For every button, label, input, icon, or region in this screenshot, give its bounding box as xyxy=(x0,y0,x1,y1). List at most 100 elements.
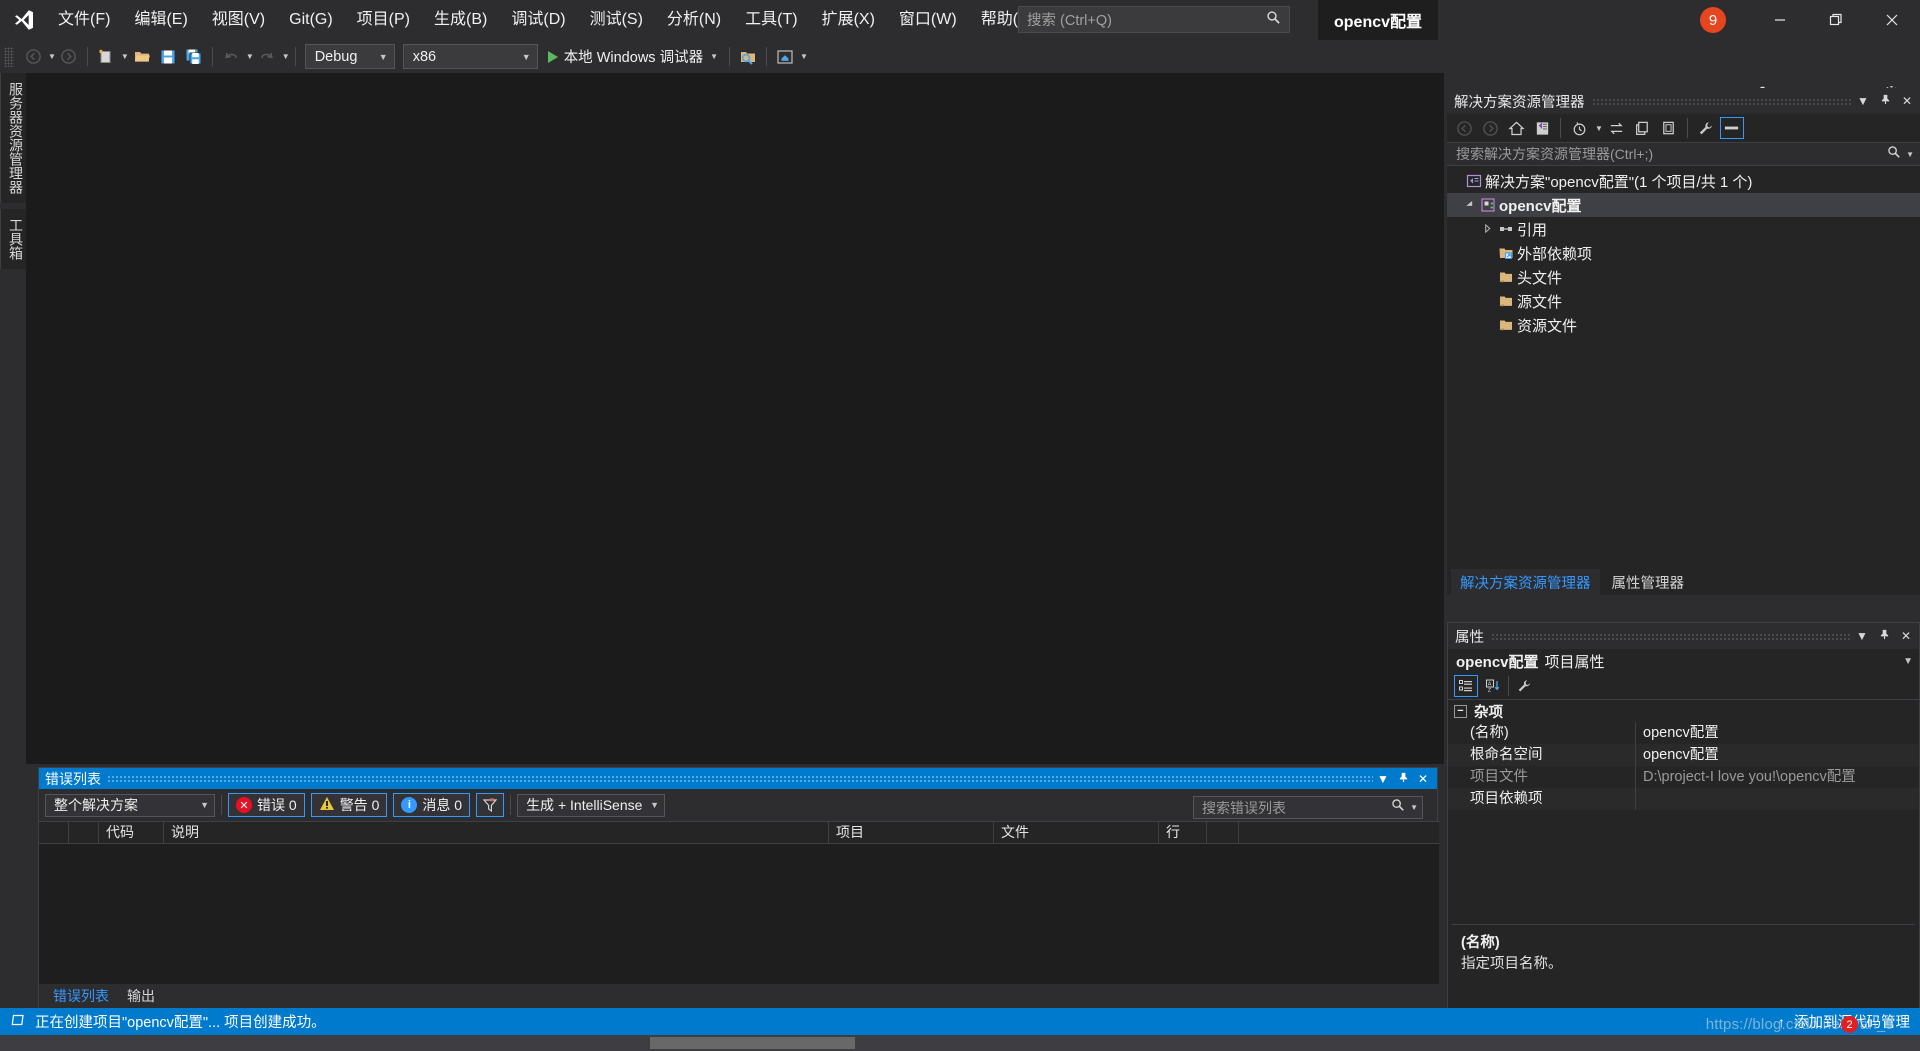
column-header-line[interactable]: 行 xyxy=(1159,821,1207,844)
errors-toggle-button[interactable]: ✕ 错误 0 xyxy=(228,793,305,817)
tree-expander[interactable] xyxy=(1479,223,1495,235)
save-all-icon[interactable] xyxy=(181,44,207,70)
navigate-back-icon[interactable] xyxy=(20,44,46,70)
tree-item-references[interactable]: 引用 xyxy=(1447,217,1920,241)
start-debugging-button[interactable]: 本地 Windows 调试器 ▼ xyxy=(542,44,724,70)
categorized-icon[interactable] xyxy=(1454,675,1478,697)
property-row-project-file[interactable]: 项目文件 D:\project-I love you!\opencv配置 xyxy=(1448,766,1919,788)
tree-item-source-files[interactable]: 源文件 xyxy=(1447,289,1920,313)
new-file-icon[interactable] xyxy=(93,44,119,70)
error-list-search-box[interactable]: 搜索错误列表 ▼ xyxy=(1193,796,1423,819)
filter-errors-icon[interactable] xyxy=(476,793,505,817)
navigate-forward-icon[interactable] xyxy=(56,44,82,70)
navigate-back-dropdown-icon[interactable]: ▼ xyxy=(48,52,56,61)
menu-analyze[interactable]: 分析(N) xyxy=(655,0,733,40)
solution-configuration-combo[interactable]: Debug ▼ xyxy=(304,44,395,69)
menu-edit[interactable]: 编辑(E) xyxy=(122,0,199,40)
document-tab-opencv[interactable]: opencv配置 xyxy=(1318,0,1439,40)
chevron-down-icon[interactable]: ▼ xyxy=(1410,803,1418,812)
home-icon[interactable] xyxy=(1504,117,1528,139)
search-folder-icon[interactable] xyxy=(735,44,761,70)
undo-dropdown-icon[interactable]: ▼ xyxy=(246,52,254,61)
column-header-severity[interactable] xyxy=(69,821,99,844)
show-all-files-icon[interactable] xyxy=(1657,117,1681,139)
property-group-misc[interactable]: − 杂项 xyxy=(1448,700,1919,722)
property-row-project-dependencies[interactable]: 项目依赖项 xyxy=(1448,788,1919,810)
column-header-file[interactable]: 文件 xyxy=(994,821,1159,844)
collapse-icon[interactable]: − xyxy=(1454,704,1467,718)
toolbar-overflow-icon[interactable]: ▼ xyxy=(800,52,808,61)
pin-icon[interactable] xyxy=(1874,94,1896,108)
restore-button[interactable] xyxy=(1808,0,1864,40)
property-pages-wrench-icon[interactable] xyxy=(1512,675,1536,697)
close-icon[interactable]: ✕ xyxy=(1895,629,1917,643)
minimize-button[interactable] xyxy=(1752,0,1808,40)
solution-platform-combo[interactable]: x86 ▼ xyxy=(402,44,538,69)
notification-badge[interactable]: 9 xyxy=(1700,7,1726,33)
quick-search-box[interactable]: 搜索 (Ctrl+Q) xyxy=(1018,6,1290,33)
sync-with-active-document-icon[interactable] xyxy=(1605,117,1629,139)
menu-git[interactable]: Git(G) xyxy=(277,0,345,40)
column-header-select[interactable] xyxy=(39,821,69,844)
menu-test[interactable]: 测试(S) xyxy=(578,0,655,40)
tree-item-project[interactable]: opencv配置 xyxy=(1447,193,1920,217)
open-folder-icon[interactable] xyxy=(129,44,155,70)
column-header-extra[interactable] xyxy=(1207,821,1239,844)
tree-item-external-dependencies[interactable]: 外部依赖项 xyxy=(1447,241,1920,265)
toolbar-grip[interactable] xyxy=(4,46,14,67)
property-value[interactable]: opencv配置 xyxy=(1636,744,1919,766)
tab-error-list[interactable]: 错误列表 xyxy=(45,984,117,1008)
menu-project[interactable]: 项目(P) xyxy=(345,0,422,40)
refresh-icon[interactable] xyxy=(1631,117,1655,139)
column-header-code[interactable]: 代码 xyxy=(99,821,164,844)
menu-extensions[interactable]: 扩展(X) xyxy=(810,0,887,40)
menu-view[interactable]: 视图(V) xyxy=(200,0,277,40)
column-header-description[interactable]: 说明 xyxy=(164,821,829,844)
tree-item-resource-files[interactable]: 资源文件 xyxy=(1447,313,1920,337)
forward-arrow-icon[interactable] xyxy=(1478,117,1502,139)
menu-build[interactable]: 生成(B) xyxy=(422,0,499,40)
tab-output[interactable]: 输出 xyxy=(119,984,163,1008)
alphabetical-icon[interactable]: AZ xyxy=(1481,675,1505,697)
menu-file[interactable]: 文件(F) xyxy=(46,0,122,40)
solution-explorer-search-box[interactable]: 搜索解决方案资源管理器(Ctrl+;) ▼ xyxy=(1447,142,1920,166)
tab-property-manager[interactable]: 属性管理器 xyxy=(1603,569,1694,596)
chevron-down-icon[interactable]: ▼ xyxy=(1852,94,1874,108)
properties-wrench-icon[interactable] xyxy=(1694,117,1718,139)
chevron-down-icon[interactable]: ▼ xyxy=(1373,772,1393,786)
pending-changes-icon[interactable] xyxy=(1567,117,1591,139)
pin-icon[interactable] xyxy=(1873,629,1895,643)
chevron-down-icon[interactable]: ▼ xyxy=(710,52,718,61)
property-row-name[interactable]: (名称) opencv配置 xyxy=(1448,722,1919,744)
switch-views-icon[interactable] xyxy=(1530,117,1554,139)
tab-solution-explorer[interactable]: 解决方案资源管理器 xyxy=(1451,568,1600,596)
tree-item-solution[interactable]: 解决方案"opencv配置"(1 个项目/共 1 个) xyxy=(1447,169,1920,193)
close-icon[interactable]: ✕ xyxy=(1896,94,1918,108)
properties-object-selector[interactable]: opencv配置 项目属性 ▼ xyxy=(1448,649,1919,673)
property-row-root-namespace[interactable]: 根命名空间 opencv配置 xyxy=(1448,744,1919,766)
close-icon[interactable]: ✕ xyxy=(1413,772,1433,786)
chevron-down-icon[interactable]: ▼ xyxy=(1906,150,1914,159)
property-value[interactable]: opencv配置 xyxy=(1636,722,1919,744)
chevron-down-icon[interactable]: ▼ xyxy=(1595,124,1603,133)
warnings-toggle-button[interactable]: 警告 0 xyxy=(310,793,388,817)
horizontal-scrollbar[interactable] xyxy=(0,1035,1920,1051)
redo-dropdown-icon[interactable]: ▼ xyxy=(282,52,290,61)
pin-icon[interactable] xyxy=(1393,772,1413,786)
tree-expander[interactable] xyxy=(1461,200,1477,211)
home-window-icon[interactable] xyxy=(772,44,798,70)
menu-debug[interactable]: 调试(D) xyxy=(499,0,577,40)
messages-toggle-button[interactable]: i 消息 0 xyxy=(393,793,471,817)
error-scope-combo[interactable]: 整个解决方案 ▼ xyxy=(45,793,215,817)
build-intellisense-combo[interactable]: 生成 + IntelliSense ▼ xyxy=(517,793,666,817)
property-value[interactable] xyxy=(1636,788,1919,810)
new-file-dropdown-icon[interactable]: ▼ xyxy=(121,52,129,61)
undo-icon[interactable] xyxy=(218,44,244,70)
save-icon[interactable] xyxy=(155,44,181,70)
tree-item-header-files[interactable]: 头文件 xyxy=(1447,265,1920,289)
back-arrow-icon[interactable] xyxy=(1452,117,1476,139)
close-button[interactable] xyxy=(1864,0,1920,40)
chevron-down-icon[interactable]: ▼ xyxy=(1851,629,1873,643)
scrollbar-thumb[interactable] xyxy=(650,1037,855,1049)
preview-selected-items-icon[interactable] xyxy=(1719,117,1744,139)
